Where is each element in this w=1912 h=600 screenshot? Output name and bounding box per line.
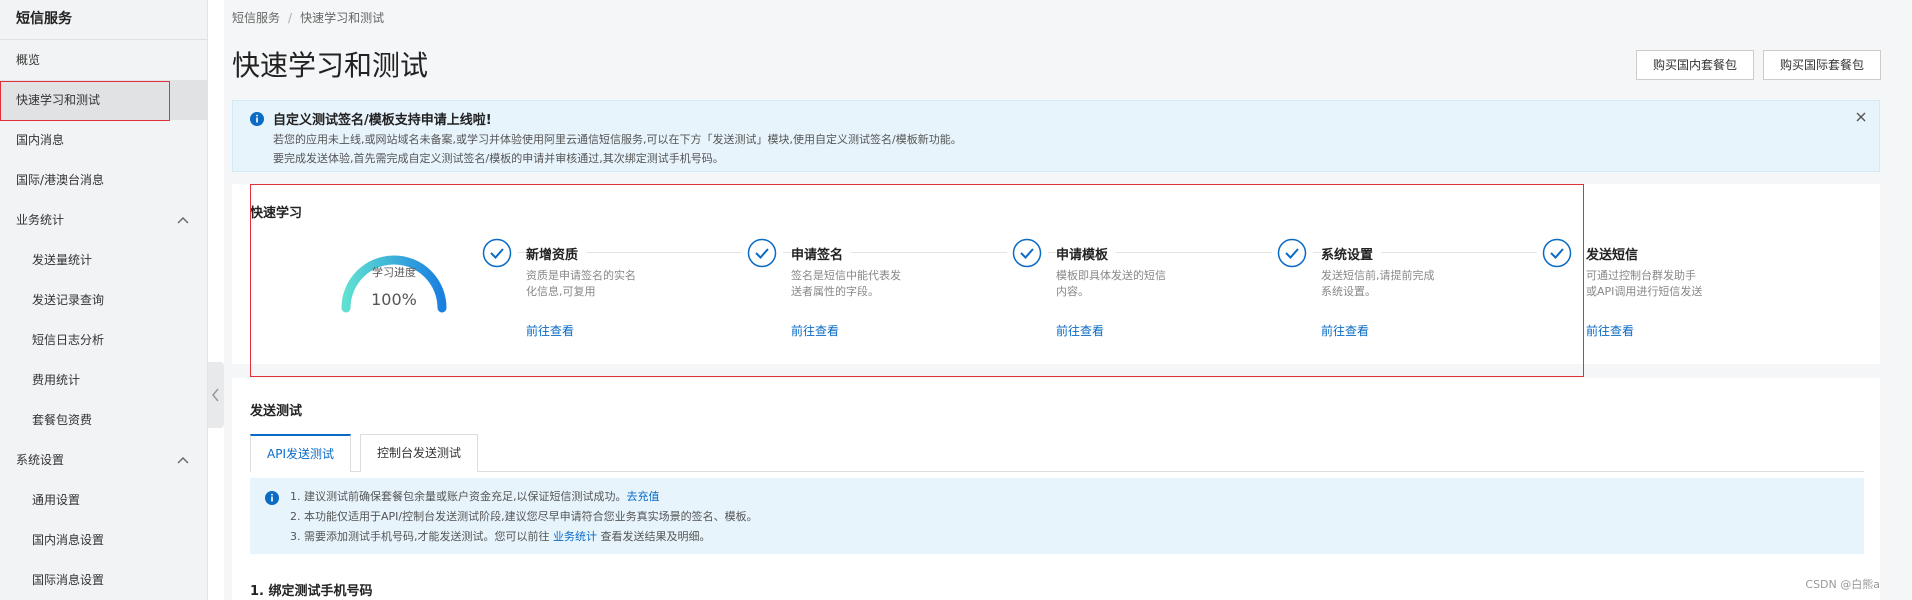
info-icon [250,112,264,126]
chevron-up-icon [177,217,189,224]
step-title: 发送短信 [1586,244,1647,263]
sidebar-item-label: 国际/港澳台消息 [16,173,105,187]
step-title: 申请模板 [1056,244,1117,263]
notice-banner: 自定义测试签名/模板支持申请上线啦! 若您的应用未上线,或网站域名未备案,或学习… [232,100,1880,172]
breadcrumb: 短信服务 / 快速学习和测试 [232,9,384,26]
sidebar-item[interactable]: 短信日志分析 [0,320,207,360]
send-test-title: 发送测试 [250,404,303,419]
sidebar-item-label: 业务统计 [16,213,65,227]
step-description: 可通过控制台群发助手或API调用进行短信发送 [1586,269,1703,298]
sidebar-item-label: 概览 [16,53,41,67]
sidebar-item[interactable]: 快速学习和测试 [0,80,207,121]
sidebar-item-label: 系统设置 [16,453,65,467]
bind-phone-title: 1. 绑定测试手机号码 [250,584,373,599]
sidebar-item[interactable]: 套餐包资费 [0,400,207,440]
business-stats-link[interactable]: 业务统计 [553,530,597,543]
sidebar-item-label: 短信日志分析 [32,333,105,347]
sidebar-collapse-handle[interactable] [208,362,224,428]
breadcrumb-root[interactable]: 短信服务 [232,11,280,25]
step-description: 签名是短信中能代表发送者属性的字段。 [791,269,901,298]
step-view-link[interactable]: 前往查看 [1586,322,1634,339]
sidebar-item[interactable]: 费用统计 [0,360,207,400]
sidebar-item[interactable]: 通用设置 [0,480,207,520]
sidebar-item-label: 国内消息设置 [32,533,105,547]
sidebar-item-label: 发送量统计 [32,253,93,267]
highlight-outline [0,81,170,121]
page-title: 快速学习和测试 [232,49,429,82]
step-description: 发送短信前,请提前完成系统设置。 [1321,269,1435,298]
learn-step: 申请签名签名是短信中能代表发送者属性的字段。前往查看 [747,238,1012,348]
chevron-left-icon [212,388,219,402]
step-title: 系统设置 [1321,244,1382,263]
breadcrumb-current: 快速学习和测试 [300,11,385,25]
sidebar-item[interactable]: 概览 [0,40,207,80]
tip-line-2: 2. 本功能仅适用于API/控制台发送测试阶段,建议您尽早申请符合您业务真实场景… [290,510,758,523]
buy-domestic-button[interactable]: 购买国内套餐包 [1636,50,1755,80]
tip-1-text: 1. 建议测试前确保套餐包余量或账户资金充足,以保证短信测试成功。 [290,490,627,503]
step-description: 模板即具体发送的短信内容。 [1056,269,1166,298]
sidebar-item[interactable]: 国际/港澳台消息 [0,160,207,200]
learn-step: 系统设置发送短信前,请提前完成系统设置。前往查看 [1277,238,1542,348]
info-icon [265,491,279,505]
sidebar-item-label: 套餐包资费 [32,413,93,427]
learn-step: 申请模板模板即具体发送的短信内容。前往查看 [1012,238,1277,348]
sidebar-item[interactable]: 业务统计 [0,200,207,240]
step-description: 资质是申请签名的实名化信息,可复用 [526,269,636,298]
notice-line-1: 若您的应用未上线,或网站域名未备案,或学习并体验使用阿里云通信短信服务,可以在下… [273,133,962,146]
learn-step: 新增资质资质是申请签名的实名化信息,可复用前往查看 [482,238,747,348]
step-title: 申请签名 [791,244,852,263]
notice-line-2: 要完成发送体验,首先需完成自定义测试签名/模板的申请并审核通过,其次绑定测试手机… [273,152,724,165]
step-view-link[interactable]: 前往查看 [1056,322,1104,339]
sidebar-item[interactable]: 系统设置 [0,440,207,480]
sidebar-item[interactable]: 国内消息 [0,120,207,160]
tab-api-send-test[interactable]: API发送测试 [250,434,351,472]
sidebar-item-label: 国内消息 [16,133,65,147]
progress-value: 100% [371,290,417,309]
check-circle-icon [747,238,777,268]
sidebar-item[interactable]: 国际消息设置 [0,560,207,600]
check-circle-icon [1277,238,1307,268]
sidebar: 短信服务 概览快速学习和测试国内消息国际/港澳台消息 业务统计发送量统计发送记录查… [0,0,208,600]
notice-title: 自定义测试签名/模板支持申请上线啦! [273,113,492,128]
send-test-tabs: API发送测试 控制台发送测试 [250,434,1864,472]
chevron-up-icon [177,457,189,464]
sidebar-item-label: 通用设置 [32,493,81,507]
send-test-tips: 1. 建议测试前确保套餐包余量或账户资金充足,以保证短信测试成功。去充值 2. … [250,478,1864,554]
sidebar-item-label: 费用统计 [32,373,81,387]
close-icon[interactable] [1853,109,1869,125]
learn-step: 发送短信可通过控制台群发助手或API调用进行短信发送前往查看 [1542,238,1807,348]
sidebar-item[interactable]: 发送记录查询 [0,280,207,320]
check-circle-icon [1012,238,1042,268]
sidebar-item-label: 国际消息设置 [32,573,105,587]
step-title: 新增资质 [526,244,587,263]
sidebar-item-label: 发送记录查询 [32,293,105,307]
progress-label: 学习进度 [372,266,416,279]
step-view-link[interactable]: 前往查看 [791,322,839,339]
watermark: CSDN @白熊a [1805,578,1880,591]
sidebar-item[interactable]: 国内消息设置 [0,520,207,560]
recharge-link[interactable]: 去充值 [627,490,660,503]
tip-line-1: 1. 建议测试前确保套餐包余量或账户资金充足,以保证短信测试成功。去充值 [290,488,660,504]
check-circle-icon [1542,238,1572,268]
main-area: 短信服务 / 快速学习和测试 快速学习和测试 购买国内套餐包 购买国际套餐包 自定义… [224,0,1912,600]
quick-learn-title: 快速学习 [250,206,303,221]
progress-gauge: 学习进度 100% [334,238,454,316]
step-view-link[interactable]: 前往查看 [1321,322,1369,339]
breadcrumb-separator: / [288,11,293,25]
step-view-link[interactable]: 前往查看 [526,322,574,339]
check-circle-icon [482,238,512,268]
tip-3-suffix: 查看发送结果及明细。 [600,530,711,543]
sidebar-item[interactable]: 发送量统计 [0,240,207,280]
buy-international-button[interactable]: 购买国际套餐包 [1763,50,1882,80]
tab-console-send-test[interactable]: 控制台发送测试 [360,434,479,472]
tip-3-text: 3. 需要添加测试手机号码,才能发送测试。您可以前往 [290,530,550,543]
tip-line-3: 3. 需要添加测试手机号码,才能发送测试。您可以前往 业务统计 查看发送结果及明… [290,528,711,544]
sidebar-title: 短信服务 [0,0,207,40]
